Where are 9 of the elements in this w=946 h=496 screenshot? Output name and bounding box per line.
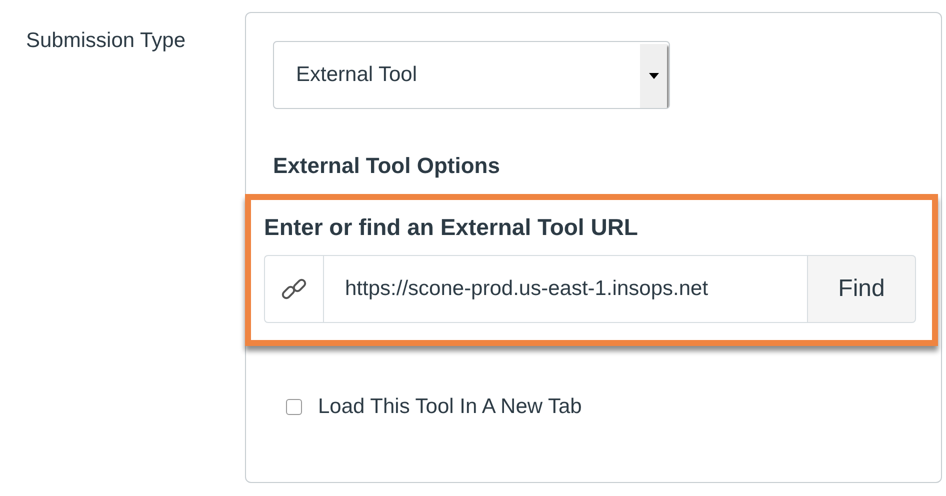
field-label: Submission Type [26, 29, 187, 53]
find-button[interactable]: Find [808, 255, 916, 323]
url-label: Enter or find an External Tool URL [264, 214, 639, 241]
caret-icon [640, 44, 667, 108]
checkbox[interactable] [286, 399, 302, 415]
url-field[interactable]: https://scone-prod.us-east-1.insops.net [323, 255, 808, 323]
submission-type-select[interactable]: External Tool [273, 41, 670, 109]
checkbox-label: Load This Tool In A New Tab [318, 395, 582, 419]
section-heading: External Tool Options [273, 153, 501, 179]
